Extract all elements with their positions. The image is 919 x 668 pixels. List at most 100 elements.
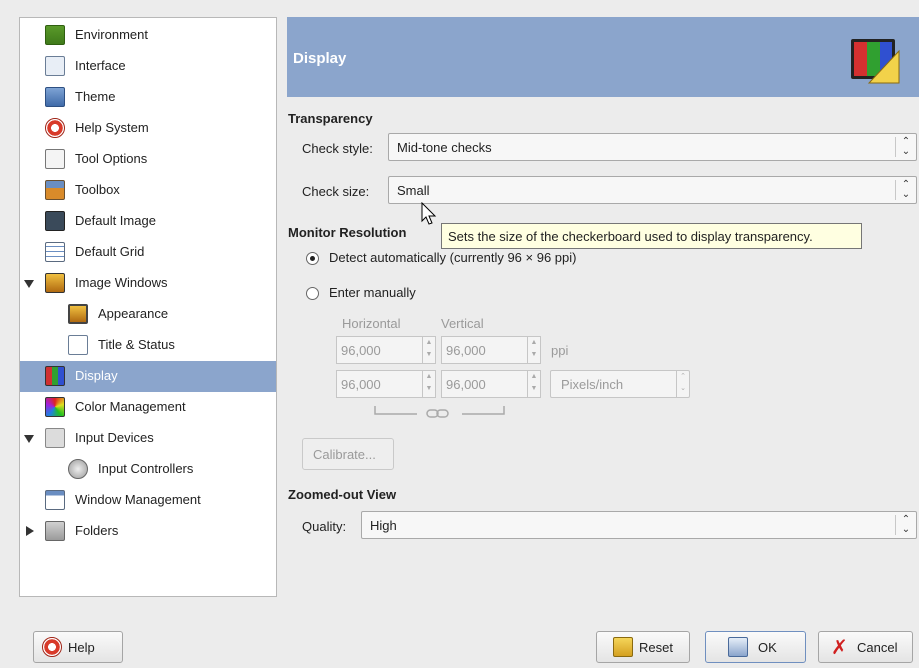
vertical-ppi-value: 96,000 — [446, 343, 486, 358]
zoomed-out-view-section-title: Zoomed-out View — [288, 487, 397, 502]
spin-arrows-icon[interactable]: ▲ ▼ — [527, 337, 540, 363]
sidebar-item-label: Tool Options — [75, 151, 148, 166]
chain-link-icon[interactable] — [372, 404, 507, 420]
quality-value: High — [370, 518, 397, 533]
ok-arrow-icon — [728, 637, 748, 657]
sidebar-item-label: Input Controllers — [98, 461, 194, 476]
sidebar-item-label: Title & Status — [98, 337, 175, 352]
sidebar-item-default-grid[interactable]: Default Grid — [20, 237, 276, 268]
sidebar-item-theme[interactable]: Theme — [20, 82, 276, 113]
sidebar-item-default-image[interactable]: Default Image — [20, 206, 276, 237]
image-windows-icon — [45, 273, 65, 293]
reset-button-label: Reset — [639, 640, 673, 655]
sidebar-item-environment[interactable]: Environment — [20, 20, 276, 51]
combo-arrows-icon: ⌃ ⌄ — [895, 515, 916, 535]
sidebar-item-label: Interface — [75, 58, 126, 73]
sidebar-item-label: Appearance — [98, 306, 169, 321]
quality-combo[interactable]: High ⌃ ⌄ — [361, 511, 917, 539]
combo-arrows-icon: ⌃ ⌄ — [895, 137, 916, 157]
check-size-tooltip: Sets the size of the checkerboard used t… — [441, 223, 862, 249]
cancel-button[interactable]: ✗ Cancel — [818, 631, 913, 663]
sidebar-item-appearance[interactable]: Appearance — [20, 299, 276, 330]
lifebuoy-icon — [45, 118, 65, 138]
detect-automatically-radio[interactable] — [306, 252, 319, 265]
sidebar-item-input-controllers[interactable]: Input Controllers — [20, 454, 276, 485]
enter-manually-radio[interactable] — [306, 287, 319, 300]
vertical-ppi-spinner[interactable]: 96,000 ▲ ▼ — [441, 336, 541, 364]
sidebar-item-toolbox[interactable]: Toolbox — [20, 175, 276, 206]
sidebar-item-label: Default Image — [75, 213, 156, 228]
ppi-unit-label: ppi — [551, 343, 569, 358]
interface-icon — [45, 56, 65, 76]
check-size-combo[interactable]: Small ⌃ ⌄ — [388, 176, 917, 204]
sidebar-item-folders[interactable]: Folders — [20, 516, 276, 547]
preferences-tree[interactable]: Environment Interface Theme Help System … — [19, 17, 277, 597]
expander-open-icon[interactable] — [24, 280, 34, 288]
lifebuoy-icon — [42, 637, 62, 657]
sidebar-item-interface[interactable]: Interface — [20, 51, 276, 82]
spin-arrows-icon[interactable]: ▲ ▼ — [422, 337, 435, 363]
sidebar-item-input-devices[interactable]: Input Devices — [20, 423, 276, 454]
sidebar-item-title-status[interactable]: Title & Status — [20, 330, 276, 361]
check-style-label: Check style: — [302, 141, 373, 156]
color-management-icon — [45, 397, 65, 417]
sidebar-item-tool-options[interactable]: Tool Options — [20, 144, 276, 175]
check-size-label: Check size: — [302, 184, 370, 199]
cancel-button-label: Cancel — [857, 640, 898, 655]
sidebar-item-label: Display — [75, 368, 118, 383]
expander-closed-icon[interactable] — [26, 526, 34, 536]
tooltip-text: Sets the size of the checkerboard used t… — [448, 229, 813, 244]
page-title: Display — [293, 50, 347, 67]
horizontal-resolution-spinner[interactable]: 96,000 ▲ ▼ — [336, 370, 436, 398]
check-style-combo[interactable]: Mid-tone checks ⌃ ⌄ — [388, 133, 917, 161]
quality-label: Quality: — [302, 519, 347, 534]
resolution-unit-value: Pixels/inch — [561, 377, 624, 392]
sidebar-item-label: Toolbox — [75, 182, 120, 197]
spin-arrows-icon[interactable]: ▲ ▼ — [527, 371, 540, 397]
input-controllers-icon — [68, 459, 88, 479]
sidebar-item-window-management[interactable]: Window Management — [20, 485, 276, 516]
sidebar-item-label: Environment — [75, 27, 148, 42]
display-icon — [851, 39, 900, 84]
sidebar-item-help-system[interactable]: Help System — [20, 113, 276, 144]
check-style-value: Mid-tone checks — [397, 140, 492, 155]
folders-icon — [45, 521, 65, 541]
calibrate-button-label: Calibrate... — [313, 447, 376, 462]
help-button[interactable]: Help — [33, 631, 123, 663]
spin-arrows-icon[interactable]: ▲ ▼ — [422, 371, 435, 397]
input-devices-icon — [45, 428, 65, 448]
ok-button[interactable]: OK — [705, 631, 806, 663]
reset-icon — [613, 637, 633, 657]
sidebar-item-display[interactable]: Display — [20, 361, 276, 392]
default-image-icon — [45, 211, 65, 231]
display-icon — [45, 366, 65, 386]
appearance-icon — [68, 304, 88, 324]
sidebar-item-label: Image Windows — [75, 275, 168, 290]
tool-options-icon — [45, 149, 65, 169]
horizontal-resolution-value: 96,000 — [341, 377, 381, 392]
detect-automatically-label[interactable]: Detect automatically (currently 96 × 96 … — [329, 250, 576, 265]
horizontal-label: Horizontal — [342, 316, 401, 331]
sidebar-item-label: Folders — [75, 523, 119, 538]
calibrate-button[interactable]: Calibrate... — [302, 438, 394, 470]
enter-manually-label[interactable]: Enter manually — [329, 285, 416, 300]
combo-arrows-icon: ⌃ ⌄ — [676, 371, 689, 397]
vertical-resolution-value: 96,000 — [446, 377, 486, 392]
vertical-resolution-spinner[interactable]: 96,000 ▲ ▼ — [441, 370, 541, 398]
horizontal-ppi-spinner[interactable]: 96,000 ▲ ▼ — [336, 336, 436, 364]
expander-open-icon[interactable] — [24, 435, 34, 443]
sidebar-item-label: Input Devices — [75, 430, 154, 445]
memory-chip-icon — [45, 25, 65, 45]
sidebar-item-label: Default Grid — [75, 244, 145, 259]
check-size-value: Small — [397, 183, 430, 198]
sidebar-item-image-windows[interactable]: Image Windows — [20, 268, 276, 299]
transparency-section-title: Transparency — [288, 111, 373, 126]
sidebar-item-label: Theme — [75, 89, 116, 104]
reset-button[interactable]: Reset — [596, 631, 690, 663]
help-button-label: Help — [68, 640, 95, 655]
sidebar-item-color-management[interactable]: Color Management — [20, 392, 276, 423]
grid-icon — [45, 242, 65, 262]
toolbox-icon — [45, 180, 65, 200]
resolution-unit-combo[interactable]: Pixels/inch ⌃ ⌄ — [550, 370, 690, 398]
page-header: Display — [287, 17, 919, 97]
